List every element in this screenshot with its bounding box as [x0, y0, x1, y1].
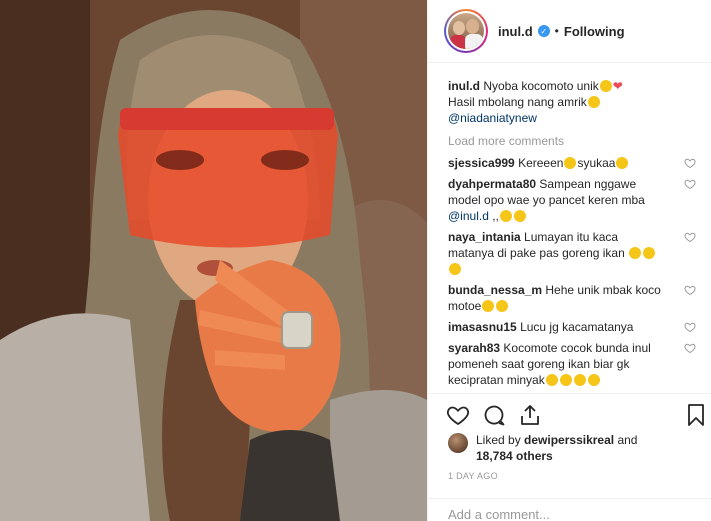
grinning-emoji-icon — [559, 374, 572, 386]
laughing-emoji-icon — [629, 247, 642, 259]
caption-line2: Hasil mbolang nang amrik — [448, 95, 587, 109]
comment-item: imasasnu15 Lucu jg kacamatanya — [448, 319, 698, 335]
heart-eyes-emoji-icon — [499, 210, 512, 222]
add-comment-area — [428, 498, 711, 521]
comment-username[interactable]: bunda_nessa_m — [448, 283, 542, 297]
share-icon[interactable] — [518, 403, 542, 427]
separator-dot: • — [554, 24, 559, 38]
grinning-emoji-icon — [545, 374, 558, 386]
caption-username[interactable]: inul.d — [448, 79, 480, 93]
following-button[interactable]: Following — [564, 24, 625, 39]
verified-badge-icon: ✓ — [537, 25, 550, 37]
laughing-emoji-icon — [587, 96, 600, 108]
comment-item: dyahpermata80 Sampean nggawe model opo w… — [448, 176, 698, 224]
comment-item: naya_intania Lumayan itu kaca matanya di… — [448, 229, 698, 277]
photo-illustration — [0, 0, 427, 521]
post-caption: inul.d Nyoba kocomoto unik ❤ Hasil mbolan… — [448, 78, 698, 126]
post-photo[interactable] — [0, 0, 427, 521]
grinning-emoji-icon — [573, 374, 586, 386]
comment-username[interactable]: sjessica999 — [448, 156, 515, 170]
small-heart-icon[interactable] — [684, 178, 696, 190]
comment-text: Kereeen — [518, 156, 564, 170]
author-avatar[interactable] — [444, 9, 488, 53]
comment-username[interactable]: naya_intania — [448, 230, 521, 244]
comment-icon[interactable] — [482, 403, 506, 427]
laughing-emoji-icon — [599, 80, 612, 92]
likes-summary: Liked by dewiperssikreal and 18,784 othe… — [448, 432, 637, 464]
comment-text-2: syukaa — [577, 156, 616, 170]
small-heart-icon[interactable] — [684, 321, 696, 333]
post-header: inul.d ✓ • Following — [428, 0, 711, 63]
grinning-emoji-icon — [482, 300, 495, 312]
comment-username[interactable]: syarah83 — [448, 341, 500, 355]
heart-eyes-emoji-icon — [616, 157, 629, 169]
small-heart-icon[interactable] — [684, 157, 696, 169]
liker-avatar[interactable] — [448, 433, 468, 453]
comment-mention[interactable]: @inul.d — [448, 209, 489, 223]
action-bar — [428, 393, 711, 437]
post-detail-panel: inul.d ✓ • Following inul.d Nyoba kocomo… — [427, 0, 711, 521]
small-heart-icon[interactable] — [684, 284, 696, 296]
comment-text: Lucu jg kacamatanya — [520, 320, 634, 334]
author-username[interactable]: inul.d — [498, 24, 533, 39]
caption-mention[interactable]: @niadaniatynew — [448, 111, 537, 125]
heart-icon[interactable] — [446, 403, 470, 427]
add-comment-input[interactable] — [448, 507, 688, 521]
laughing-emoji-icon — [449, 263, 461, 275]
comment-item: sjessica999 Kereeen syukaa — [448, 155, 698, 171]
heart-emoji-icon: ❤ — [612, 79, 623, 93]
comment-text-2: ,, — [492, 209, 499, 223]
sunglasses-emoji-icon — [496, 300, 509, 312]
liker-username[interactable]: dewiperssikreal — [524, 433, 614, 447]
comment-item: bunda_nessa_m Hehe unik mbak koco motoe — [448, 282, 698, 314]
comment-item: syarah83 Kocomote cocok bunda inul pomen… — [448, 340, 698, 388]
likes-prefix: Liked by — [476, 433, 521, 447]
bookmark-icon[interactable] — [684, 403, 708, 427]
comments-list: inul.d Nyoba kocomoto unik ❤ Hasil mbolan… — [448, 78, 698, 388]
grinning-emoji-icon — [587, 374, 600, 386]
post-timestamp[interactable]: 1 DAY AGO — [448, 471, 498, 481]
small-heart-icon[interactable] — [684, 231, 696, 243]
avatar-image — [448, 13, 484, 49]
comment-username[interactable]: dyahpermata80 — [448, 177, 536, 191]
small-heart-icon[interactable] — [684, 342, 696, 354]
heart-eyes-emoji-icon — [564, 157, 577, 169]
load-more-comments[interactable]: Load more comments — [448, 134, 698, 148]
likes-and: and — [617, 433, 638, 447]
comment-username[interactable]: imasasnu15 — [448, 320, 517, 334]
caption-line1: Nyoba kocomoto unik — [483, 79, 599, 93]
laughing-emoji-icon — [643, 247, 656, 259]
heart-eyes-emoji-icon — [513, 210, 526, 222]
likes-others[interactable]: 18,784 others — [476, 449, 553, 463]
